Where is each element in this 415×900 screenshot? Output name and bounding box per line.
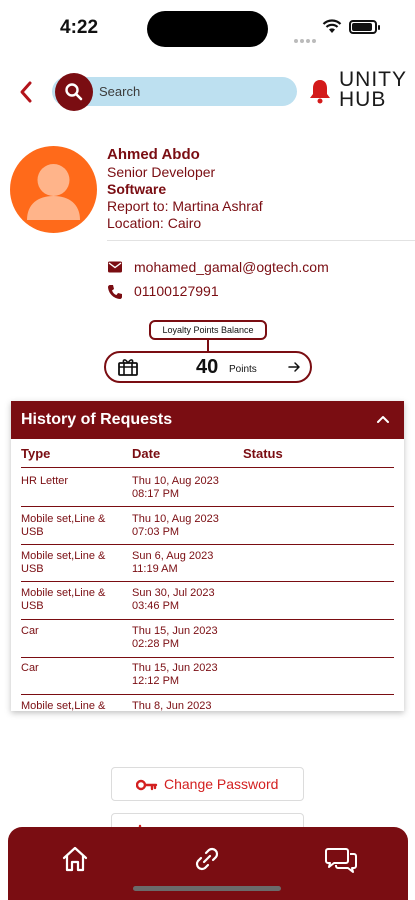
row-type: Car [21,625,39,637]
row-type: Mobile set,Line & [21,587,106,599]
wifi-icon [322,19,342,33]
search-bar[interactable]: Search [52,73,297,111]
row-divider [21,581,394,582]
row-date: Sun 30, Jul 2023 [132,587,215,599]
row-type-cont: USB [21,563,44,575]
row-date: Thu 10, Aug 2023 [132,475,219,487]
row-time: 08:17 PM [132,488,180,500]
profile-screen: 4:22 Search UNITY HUB Ahmed Abdo Senior … [0,0,415,900]
key-icon [136,779,158,791]
change-password-button[interactable]: Change Password [111,767,304,801]
profile-title: Senior Developer [107,164,216,180]
battery-icon [349,20,380,34]
row-type: Mobile set,Line & [21,550,106,562]
avatar [10,146,97,233]
profile-info: Ahmed Abdo Senior Developer Software Rep… [107,146,407,232]
user-placeholder-icon [27,164,80,220]
row-divider [21,467,394,468]
history-of-requests-card: History of Requests Type Date Status HR … [11,401,404,711]
row-divider [21,619,394,620]
row-date: Thu 10, Aug 2023 [132,513,219,525]
loyalty-points-value: 40 [196,356,219,378]
profile-report-to: Report to: Martina Ashraf [107,198,263,214]
row-time: 07:03 PM [132,526,180,538]
unity-hub-logo: UNITY HUB [339,68,409,111]
status-bar: 4:22 [0,0,415,56]
row-divider [21,657,394,658]
row-type: Mobile set,Line & [21,700,106,711]
home-indicator [133,886,281,891]
row-divider [21,544,394,545]
status-time: 4:22 [60,17,99,38]
chevron-up-icon[interactable] [376,414,390,424]
row-type: HR Letter [21,475,69,487]
column-header-type: Type [21,446,51,461]
logo-line-1: UNITY [339,68,407,91]
link-icon[interactable] [191,843,223,875]
signal-dots-icon [294,30,318,48]
search-input[interactable]: Search [99,84,140,99]
row-date: Sun 6, Aug 2023 [132,550,214,562]
change-password-label: Change Password [164,776,279,792]
home-icon[interactable] [59,843,91,875]
phone-icon [108,285,122,299]
row-date: Thu 15, Jun 2023 [132,625,218,637]
app-header: Search UNITY HUB [0,66,415,118]
bell-icon[interactable] [307,77,333,105]
email-icon [108,261,122,273]
row-type: Car [21,662,39,674]
row-type: Mobile set,Line & [21,513,106,525]
row-time: 11:19 AM [132,563,178,575]
row-type-cont: USB [21,600,44,612]
dynamic-island [147,11,268,47]
search-button[interactable] [55,73,93,111]
chat-icon[interactable] [324,843,358,875]
column-header-date: Date [132,446,161,461]
row-time: 02:28 PM [132,638,180,650]
email-text: mohamed_gamal@ogtech.com [134,259,329,275]
loyalty-points-unit: Points [229,364,257,375]
row-time: 03:46 PM [132,600,180,612]
arrow-right-icon [288,362,300,372]
row-time: 12:12 PM [132,675,180,687]
row-type-cont: USB [21,526,44,538]
column-header-status: Status [243,446,283,461]
row-divider [21,506,394,507]
loyalty-points-label: Loyalty Points Balance [149,320,267,340]
back-chevron-icon[interactable] [14,78,40,106]
logo-line-2: HUB [339,88,387,111]
search-icon [65,83,83,101]
profile-name: Ahmed Abdo [107,146,200,163]
row-date: Thu 8, Jun 2023 [132,700,212,711]
profile-location: Location: Cairo [107,215,202,231]
history-header[interactable]: History of Requests [11,401,404,439]
loyalty-points-card[interactable]: 40 Points [104,351,312,383]
phone-text: 01100127991 [134,283,219,299]
history-title: History of Requests [21,411,173,428]
gift-card-icon [118,359,138,376]
row-date: Thu 15, Jun 2023 [132,662,218,674]
profile-department: Software [107,181,167,197]
row-divider [21,694,394,695]
profile-divider [107,240,415,241]
